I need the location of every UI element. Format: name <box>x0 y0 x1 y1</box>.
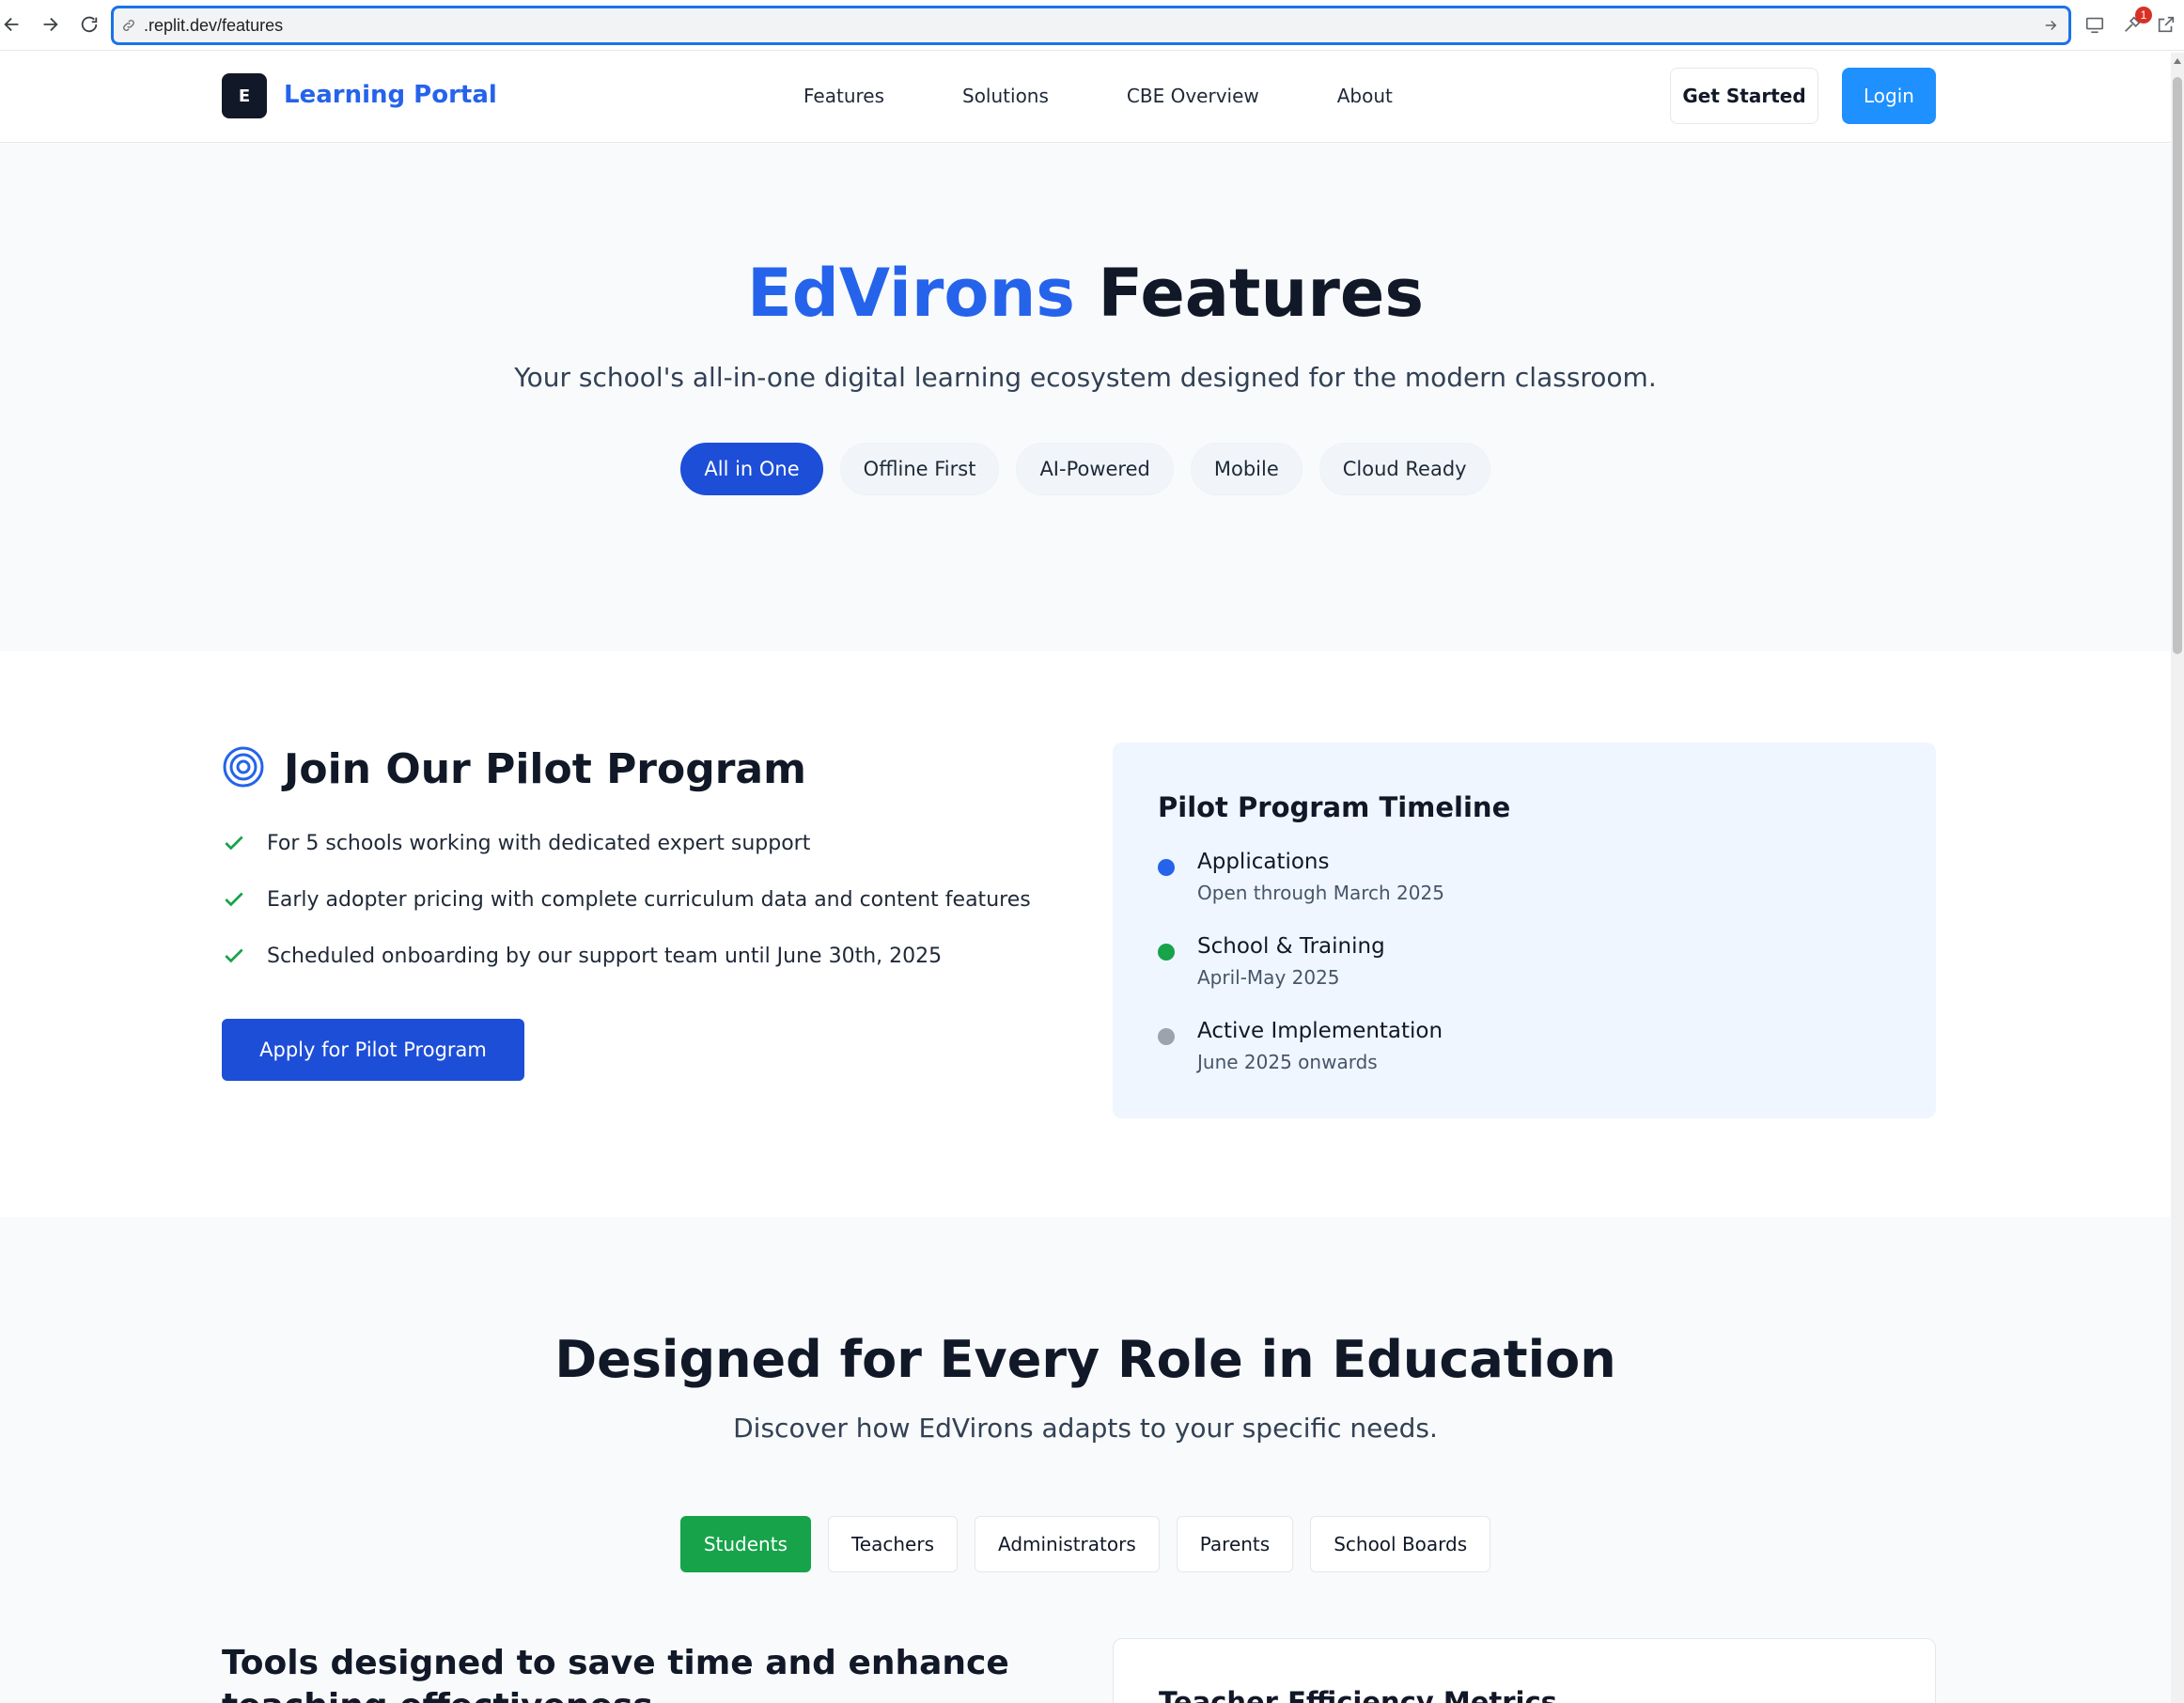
nav-solutions[interactable]: Solutions <box>962 85 1049 107</box>
roles-subtitle: Discover how EdVirons adapts to your spe… <box>733 1413 1438 1444</box>
extension-badge: 1 <box>2135 7 2152 23</box>
pill-offline-first[interactable]: Offline First <box>839 443 1000 495</box>
pilot-bullet-text: Scheduled onboarding by our support team… <box>267 944 943 968</box>
timeline-dot-gray <box>1158 1028 1175 1045</box>
link-icon <box>121 16 140 35</box>
timeline-dot-green <box>1158 944 1175 961</box>
role-tabs: Students Teachers Administrators Parents… <box>0 1516 2171 1572</box>
site-header: E Learning Portal Features Solutions CBE… <box>0 53 2171 143</box>
pilot-section: Join Our Pilot Program For 5 schools wor… <box>0 651 2171 1217</box>
roles-title: Designed for Every Role in Education <box>554 1330 1616 1389</box>
page-scrollbar[interactable] <box>2171 53 2184 1703</box>
pill-mobile[interactable]: Mobile <box>1190 443 1303 495</box>
pill-ai-powered[interactable]: AI-Powered <box>1016 443 1174 495</box>
cast-icon[interactable] <box>2083 12 2107 37</box>
url-text: .replit.dev/features <box>144 15 284 35</box>
scroll-up-icon[interactable] <box>2174 58 2181 64</box>
check-icon <box>225 892 243 907</box>
browser-toolbar: .replit.dev/features 1 <box>0 0 2184 51</box>
open-external-icon[interactable] <box>2154 12 2178 37</box>
apply-pilot-button[interactable]: Apply for Pilot Program <box>222 1019 524 1081</box>
reload-icon[interactable] <box>77 12 101 37</box>
pilot-bullet: Scheduled onboarding by our support team… <box>222 944 942 968</box>
pilot-bullet-text: For 5 schools working with dedicated exp… <box>267 831 811 855</box>
pilot-title: Join Our Pilot Program <box>284 745 806 793</box>
tab-parents[interactable]: Parents <box>1176 1516 1294 1572</box>
tab-school-boards[interactable]: School Boards <box>1310 1516 1491 1572</box>
tools-title: Tools designed to save time and enhance … <box>222 1644 1009 1703</box>
back-icon[interactable] <box>0 12 24 37</box>
pilot-bullet: For 5 schools working with dedicated exp… <box>222 831 810 855</box>
scroll-thumb[interactable] <box>2173 77 2182 654</box>
metrics-card: Teacher Efficiency Metrics <box>1113 1638 1936 1703</box>
pill-all-in-one[interactable]: All in One <box>680 443 823 495</box>
timeline-card: Pilot Program Timeline Applications Open… <box>1113 742 1936 1118</box>
target-icon <box>223 746 264 788</box>
extension-icon[interactable]: 1 <box>2120 7 2152 37</box>
feature-pills: All in One Offline First AI-Powered Mobi… <box>0 443 2171 495</box>
timeline-dot-blue <box>1158 859 1175 876</box>
page-title: EdVirons Features <box>0 255 2171 332</box>
brand-name[interactable]: Learning Portal <box>284 81 497 109</box>
check-icon <box>225 836 243 851</box>
main-nav: Features Solutions CBE Overview About <box>803 85 1471 107</box>
address-bar[interactable]: .replit.dev/features <box>111 6 2071 45</box>
metrics-title: Teacher Efficiency Metrics <box>1159 1686 1557 1703</box>
hero-subtitle: Your school's all-in-one digital learnin… <box>514 362 1657 393</box>
nav-features[interactable]: Features <box>803 85 884 107</box>
logo-icon[interactable]: E <box>222 73 267 118</box>
tab-teachers[interactable]: Teachers <box>827 1516 958 1572</box>
timeline-title: Pilot Program Timeline <box>1158 791 1511 823</box>
get-started-button[interactable]: Get Started <box>1670 68 1818 124</box>
timeline-sub: June 2025 onwards <box>1197 1051 1378 1073</box>
nav-about[interactable]: About <box>1337 85 1393 107</box>
go-arrow-icon[interactable] <box>2042 17 2059 34</box>
pill-cloud-ready[interactable]: Cloud Ready <box>1318 443 1490 495</box>
tab-administrators[interactable]: Administrators <box>974 1516 1160 1572</box>
timeline-label: Applications <box>1197 850 1330 874</box>
timeline-sub: Open through March 2025 <box>1197 882 1444 904</box>
roles-section: Designed for Every Role in Education Dis… <box>0 1217 2171 1703</box>
check-icon <box>225 948 243 963</box>
tab-students[interactable]: Students <box>679 1516 811 1572</box>
timeline-sub: April-May 2025 <box>1197 966 1340 989</box>
timeline-label: School & Training <box>1197 934 1385 959</box>
forward-icon[interactable] <box>38 12 62 37</box>
nav-cbe-overview[interactable]: CBE Overview <box>1127 85 1259 107</box>
timeline-label: Active Implementation <box>1197 1019 1443 1043</box>
pilot-bullet: Early adopter pricing with complete curr… <box>222 887 1031 912</box>
hero-section: EdVirons Features Your school's all-in-o… <box>0 144 2171 651</box>
login-button[interactable]: Login <box>1842 68 1936 124</box>
title-rest: Features <box>1074 255 1424 332</box>
title-brand: EdVirons <box>746 255 1075 332</box>
pilot-bullet-text: Early adopter pricing with complete curr… <box>267 887 1031 912</box>
